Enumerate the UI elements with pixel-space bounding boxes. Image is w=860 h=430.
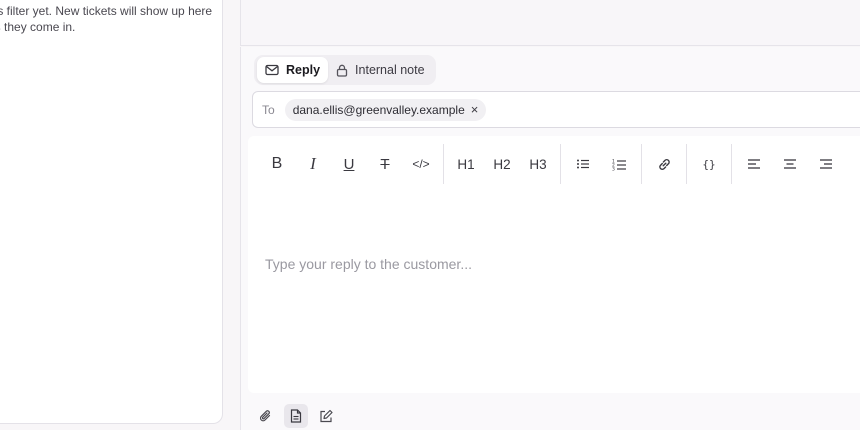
document-icon — [290, 409, 302, 423]
bold-button[interactable]: B — [259, 149, 295, 179]
toolbar-divider — [731, 144, 732, 184]
composer-actions — [254, 404, 344, 428]
link-button[interactable] — [646, 149, 682, 179]
remove-recipient-icon[interactable]: × — [471, 103, 479, 116]
align-right-button[interactable] — [808, 149, 844, 179]
inline-code-button[interactable]: </> — [403, 149, 439, 179]
toolbar-divider — [641, 144, 642, 184]
align-left-icon — [748, 159, 760, 169]
underline-icon: U — [343, 155, 355, 173]
recipient-email: dana.ellis@greenvalley.example — [292, 102, 465, 117]
heading3-label: H3 — [529, 156, 547, 172]
strikethrough-button[interactable]: T — [367, 149, 403, 179]
numbered-list-icon: 1 2 3 — [612, 158, 626, 171]
code-block-button[interactable]: {} — [691, 149, 727, 179]
toolbar-divider — [443, 144, 444, 184]
underline-button[interactable]: U — [331, 149, 367, 179]
heading2-label: H2 — [493, 156, 511, 172]
mail-icon — [265, 64, 279, 76]
formatting-toolbar: B I U T </> H1 H2 H3 1 2 3 {} — [248, 144, 860, 184]
align-center-icon — [784, 159, 796, 169]
tab-internal-note[interactable]: Internal note — [328, 57, 433, 83]
strikethrough-icon: T — [380, 155, 390, 173]
conversation-area — [240, 0, 860, 46]
align-right-icon — [820, 159, 832, 169]
heading2-button[interactable]: H2 — [484, 149, 520, 179]
bullet-list-icon — [577, 159, 589, 169]
empty-state-message: his filter yet. New tickets will show up… — [0, 4, 213, 34]
italic-icon: I — [310, 154, 316, 173]
bullet-list-button[interactable] — [565, 149, 601, 179]
lock-icon — [336, 64, 348, 77]
heading1-label: H1 — [457, 156, 475, 172]
signature-button[interactable] — [314, 404, 338, 428]
tab-reply[interactable]: Reply — [257, 57, 329, 83]
heading1-button[interactable]: H1 — [448, 149, 484, 179]
reply-composer: Reply Internal note To dana.ellis@greenv… — [240, 47, 860, 430]
tab-reply-label: Reply — [286, 63, 321, 77]
italic-button[interactable]: I — [295, 149, 331, 179]
reply-placeholder[interactable]: Type your reply to the customer... — [265, 256, 472, 272]
toolbar-divider — [560, 144, 561, 184]
template-button[interactable] — [284, 404, 308, 428]
recipient-field[interactable]: To dana.ellis@greenvalley.example × — [252, 91, 860, 128]
align-left-button[interactable] — [736, 149, 772, 179]
composer-mode-tabs: Reply Internal note — [254, 55, 436, 85]
code-icon: </> — [412, 157, 430, 171]
heading3-button[interactable]: H3 — [520, 149, 556, 179]
recipient-chip: dana.ellis@greenvalley.example × — [284, 98, 487, 121]
bold-icon: B — [271, 155, 283, 172]
edit-icon — [319, 409, 333, 423]
ticket-list-panel: his filter yet. New tickets will show up… — [0, 0, 223, 424]
attach-button[interactable] — [254, 404, 278, 428]
paperclip-icon — [259, 409, 271, 421]
numbered-list-button[interactable]: 1 2 3 — [601, 149, 637, 179]
align-center-button[interactable] — [772, 149, 808, 179]
reply-editor: B I U T </> H1 H2 H3 1 2 3 {} Type your … — [248, 136, 860, 393]
link-icon — [658, 158, 670, 170]
to-label: To — [262, 102, 275, 117]
tab-internal-note-label: Internal note — [355, 63, 425, 77]
code-block-icon: {} — [702, 157, 716, 171]
toolbar-divider — [686, 144, 687, 184]
svg-text:3: 3 — [612, 166, 615, 171]
